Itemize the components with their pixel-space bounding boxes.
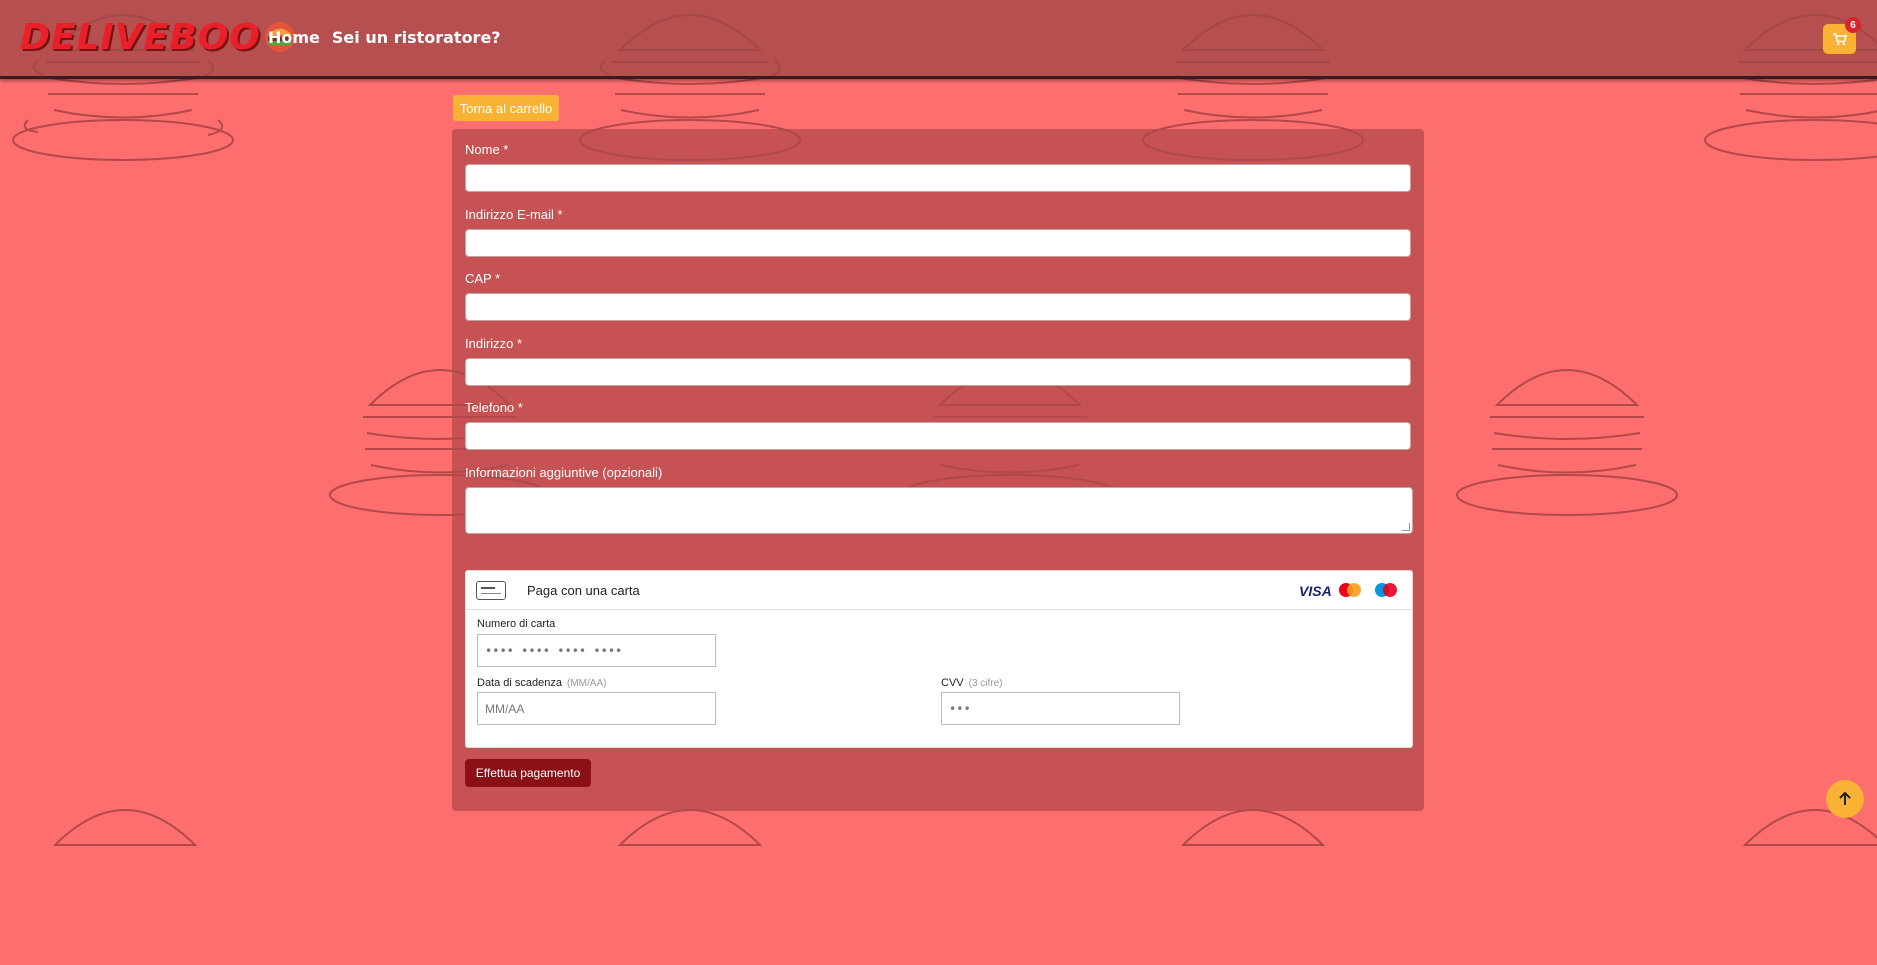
arrow-up-icon [1839,791,1851,805]
logo-text: DELIVEBOO [20,16,261,58]
phone-input[interactable] [465,422,1411,450]
mastercard-logo-icon [1339,583,1361,597]
burger-illustration [1456,369,1678,516]
maestro-logo-icon [1375,583,1397,597]
phone-label: Telefono * [465,400,523,415]
nav-restaurateur-link[interactable]: Sei un ristoratore? [332,28,501,47]
name-label: Nome * [465,142,509,157]
expiry-label: Data di scadenza (MM/AA) [477,677,607,689]
cap-input[interactable] [465,293,1411,321]
address-label: Indirizzo * [465,336,523,351]
email-input[interactable] [465,229,1411,257]
payment-title: Paga con una carta [527,583,640,598]
cvv-hint: (3 cifre) [968,678,1003,689]
credit-card-icon [476,581,506,600]
card-number-label: Numero di carta [477,618,556,630]
burger-illustration [1180,809,1326,846]
address-input[interactable] [465,358,1411,386]
back-to-cart-button[interactable]: Torna al carrello [453,95,559,121]
submit-payment-button[interactable]: Effettua pagamento [465,759,591,787]
cart-count-badge: 6 [1845,17,1861,33]
scroll-to-top-button[interactable] [1826,780,1864,818]
payment-header[interactable]: Paga con una carta VISA [466,571,1412,610]
expiry-input[interactable]: MM/AA [477,692,716,725]
brand-logo[interactable]: DELIVEBOO [20,14,297,60]
email-label: Indirizzo E-mail * [465,207,563,222]
visa-logo-icon: VISA [1299,583,1332,599]
card-number-input[interactable]: •••• •••• •••• •••• [477,634,716,667]
notes-textarea[interactable] [465,487,1413,534]
main-nav: Home Sei un ristoratore? [268,28,501,47]
cvv-label: CVV (3 cifre) [941,677,1003,689]
card-payment-panel: Paga con una carta VISA Numero di carta … [465,570,1413,748]
notes-label: Informazioni aggiuntive (opzionali) [465,465,663,480]
expiry-hint: (MM/AA) [567,678,607,689]
nav-home-link[interactable]: Home [268,28,320,47]
burger-illustration [52,809,198,846]
name-input[interactable] [465,164,1411,192]
resize-grip-icon[interactable] [1402,523,1410,531]
burger-illustration [617,809,763,846]
cvv-input[interactable]: ••• [941,692,1180,725]
top-navbar: DELIVEBOO Home Sei un ristoratore? 6 [0,0,1877,79]
cart-icon [1832,32,1847,45]
cap-label: CAP * [465,271,501,286]
